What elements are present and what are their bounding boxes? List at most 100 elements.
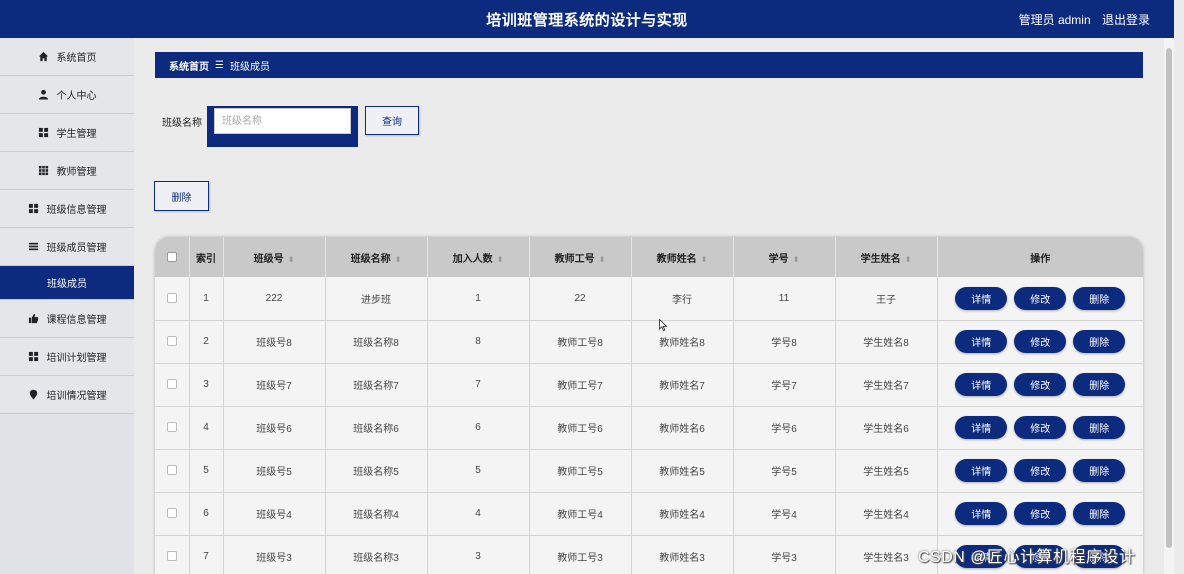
logout-link[interactable]: 退出登录 [1102, 13, 1150, 27]
query-button[interactable]: 查询 [365, 106, 419, 135]
select-all-header [155, 237, 190, 277]
row-checkbox[interactable] [166, 422, 177, 433]
table-cell: 22 [529, 277, 632, 321]
breadcrumb-current: 班级成员 [229, 61, 270, 73]
column-header-label: 班级名称 [350, 253, 391, 265]
row-checkbox[interactable] [166, 508, 177, 519]
row-checkbox[interactable] [166, 379, 177, 390]
table-row: 3 班级号7 班级名称7 7 教师工号7 教师姓名7 学号7 学生姓名7 详情 修改 删除 [155, 363, 1144, 407]
table-cell: 5 [427, 449, 530, 493]
table-cell: 学号3 [733, 535, 836, 574]
table-cell: 班级号6 [223, 406, 326, 450]
detail-button[interactable]: 详情 [955, 502, 1008, 525]
table-cell: 教师姓名3 [631, 535, 734, 574]
sort-icon[interactable]: ⬍ [497, 255, 504, 264]
row-select-cell [155, 363, 190, 407]
detail-button[interactable]: 详情 [955, 373, 1008, 396]
table-row: 6 班级号4 班级名称4 4 教师工号4 教师姓名4 学号4 学生姓名4 详情 修改 删除 [155, 492, 1144, 536]
delete-button[interactable]: 删除 [1073, 286, 1126, 310]
sidebar-item-2[interactable]: 学生管理 [0, 114, 134, 152]
table-cell: 班级号7 [223, 363, 326, 407]
bulk-delete-button[interactable]: 删除 [154, 181, 209, 211]
detail-button[interactable]: 详情 [955, 286, 1008, 310]
sidebar-item-9[interactable]: 培训情况管理 [0, 376, 134, 414]
table-cell: 3 [189, 363, 224, 407]
table-cell: 学生姓名8 [835, 320, 938, 364]
delete-button[interactable]: 删除 [1073, 373, 1126, 396]
edit-button[interactable]: 修改 [1014, 459, 1067, 482]
table-cell: 8 [427, 320, 530, 364]
table-cell: 7 [427, 363, 530, 407]
row-actions: 详情 修改 删除 [938, 286, 1144, 310]
sidebar-item-1[interactable]: 个人中心 [0, 76, 134, 114]
column-header[interactable]: 教师工号 ⬍ [529, 237, 632, 277]
table-cell: 1 [427, 277, 530, 321]
row-actions: 详情 修改 删除 [938, 373, 1144, 396]
column-header[interactable]: 班级号 ⬍ [223, 237, 326, 277]
sidebar-item-4[interactable]: 班级信息管理 [0, 190, 134, 228]
table-cell: 5 [189, 449, 224, 493]
scrollbar-thumb[interactable] [1166, 48, 1172, 548]
column-header-label: 操作 [1030, 253, 1051, 265]
table-cell: 教师姓名8 [631, 320, 734, 364]
sort-icon[interactable]: ⬍ [288, 255, 295, 264]
table-cell: 11 [733, 277, 836, 321]
sidebar: 系统首页 个人中心 学生管理 教师管理 班级信息管理 班级成员管理 班级成员课程信息管理培训… [0, 38, 134, 574]
row-checkbox[interactable] [166, 336, 177, 347]
actions-cell: 详情 修改 删除 [937, 320, 1143, 364]
sidebar-item-7[interactable]: 课程信息管理 [0, 300, 134, 338]
sidebar-item-3[interactable]: 教师管理 [0, 152, 134, 190]
table-cell: 班级名称8 [325, 320, 428, 364]
column-header[interactable]: 班级名称 ⬍ [325, 237, 428, 277]
row-actions: 详情 修改 删除 [938, 459, 1144, 482]
select-all-checkbox[interactable] [166, 251, 177, 262]
column-header[interactable]: 教师姓名 ⬍ [631, 237, 734, 277]
sidebar-item-0[interactable]: 系统首页 [0, 38, 134, 76]
sort-icon[interactable]: ⬍ [905, 255, 912, 264]
detail-button[interactable]: 详情 [955, 330, 1008, 353]
table-cell: 学号6 [733, 406, 836, 450]
delete-button[interactable]: 删除 [1073, 502, 1126, 525]
table-cell: 进步班 [325, 277, 428, 321]
top-bar: 培训班管理系统的设计与实现 管理员 admin 退出登录 [0, 0, 1174, 38]
row-checkbox[interactable] [166, 465, 177, 476]
sort-icon[interactable]: ⬍ [599, 255, 606, 264]
page-scrollbar[interactable] [1164, 38, 1174, 574]
sort-icon[interactable]: ⬍ [701, 255, 708, 264]
sidebar-item-5[interactable]: 班级成员管理 [0, 228, 134, 266]
row-checkbox[interactable] [166, 551, 177, 562]
breadcrumb-home[interactable]: 系统首页 [169, 58, 209, 73]
sidebar-item-8[interactable]: 培训计划管理 [0, 338, 134, 376]
delete-button[interactable]: 删除 [1073, 330, 1126, 353]
table-row: 2 班级号8 班级名称8 8 教师工号8 教师姓名8 学号8 学生姓名8 详情 修改 删除 [155, 320, 1143, 364]
detail-button[interactable]: 详情 [955, 459, 1008, 482]
sort-icon[interactable]: ⬍ [793, 255, 800, 264]
edit-button[interactable]: 修改 [1014, 502, 1067, 525]
table-cell: 222 [223, 277, 326, 321]
column-header[interactable]: 学生姓名 ⬍ [835, 237, 938, 277]
edit-button[interactable]: 修改 [1014, 373, 1067, 396]
column-header[interactable]: 加入人数 ⬍ [427, 237, 530, 277]
table-cell: 教师工号4 [529, 492, 632, 536]
class-name-search-input[interactable] [214, 108, 351, 134]
table-cell: 班级号3 [223, 535, 326, 574]
delete-button[interactable]: 删除 [1073, 459, 1126, 482]
table-cell: 教师工号6 [529, 406, 632, 450]
delete-button[interactable]: 删除 [1073, 416, 1126, 439]
table-row: 1 222 进步班 1 22 李行 11 王子 详情 修改 删除 [155, 277, 1144, 321]
detail-button[interactable]: 详情 [955, 416, 1008, 439]
row-checkbox[interactable] [166, 293, 177, 304]
edit-button[interactable]: 修改 [1014, 286, 1067, 310]
sidebar-item-label: 课程信息管理 [46, 315, 107, 326]
column-header[interactable]: 学号 ⬍ [733, 237, 836, 277]
table-cell: 教师工号8 [529, 320, 632, 364]
table-header-row: 索引 班级号 ⬍ 班级名称 ⬍ 加入人数 ⬍ 教师工号 ⬍ 教师姓名 ⬍ 学号 ⬍ 学生姓名 ⬍ 操作 [155, 237, 1143, 277]
column-header-label: 加入人数 [452, 253, 493, 265]
sort-icon[interactable]: ⬍ [395, 255, 402, 264]
row-actions: 详情 修改 删除 [938, 502, 1144, 525]
column-header-label: 索引 [196, 253, 216, 265]
edit-button[interactable]: 修改 [1014, 330, 1067, 353]
table-cell: 李行 [631, 277, 734, 321]
sidebar-item-6[interactable]: 班级成员 [0, 266, 134, 300]
edit-button[interactable]: 修改 [1014, 416, 1067, 439]
